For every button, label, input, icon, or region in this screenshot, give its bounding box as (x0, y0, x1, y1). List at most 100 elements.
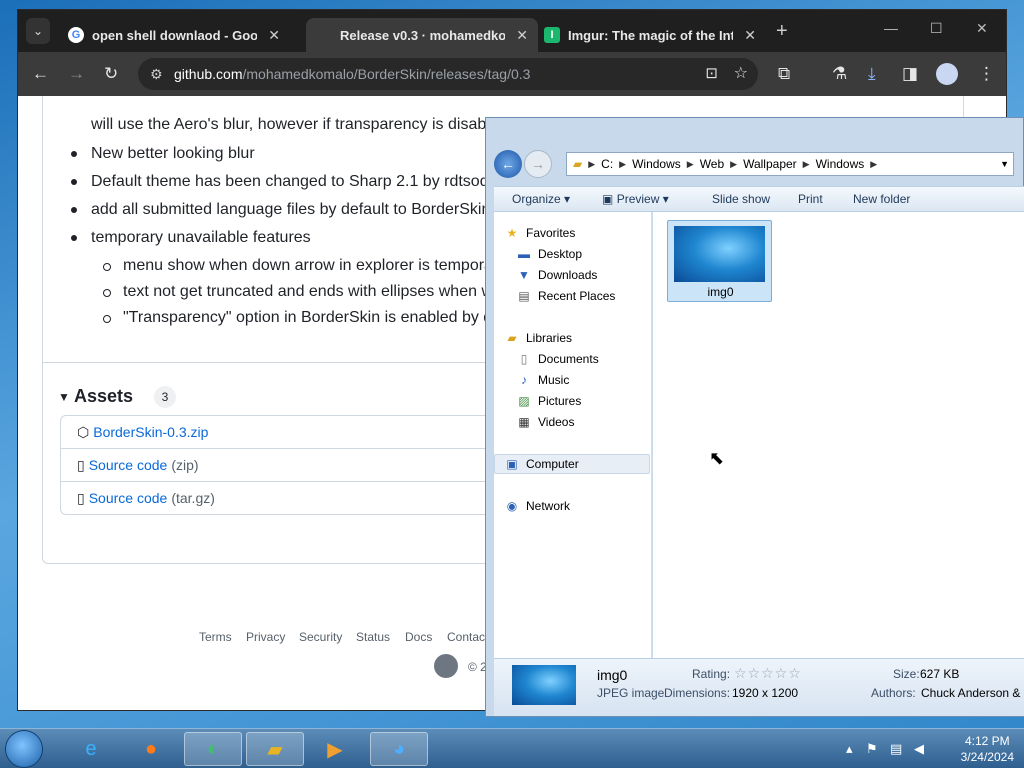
bookmark-star-icon[interactable]: ☆ (734, 63, 748, 83)
footer-link-terms[interactable]: Terms (199, 630, 232, 644)
nav-label: Music (538, 373, 570, 387)
collapse-caret-icon[interactable]: ▼ (58, 390, 70, 404)
start-button[interactable] (6, 731, 42, 767)
nav-label: Network (526, 499, 571, 513)
crumb-separator: ▶ (619, 158, 627, 169)
close-window-button[interactable]: ✕ (976, 20, 988, 37)
volume-muted-icon[interactable]: ◀ (914, 741, 924, 757)
slide-show-button[interactable]: Slide show (712, 192, 770, 206)
nav-label: Favorites (526, 226, 576, 240)
paint-app-icon[interactable]: ◕ (370, 732, 428, 766)
dimensions-label: Dimensions: (664, 686, 731, 700)
github-logo-icon (434, 654, 458, 678)
reload-button[interactable]: ↻ (104, 64, 118, 84)
maximize-button[interactable]: ☐ (930, 20, 943, 37)
back-arrow-icon[interactable]: ← (494, 150, 522, 178)
file-tile[interactable]: img0 (667, 220, 772, 302)
mouse-cursor-icon: ⬉ (709, 448, 725, 468)
dimensions-value: 1920 x 1200 (732, 686, 799, 700)
preview-button[interactable]: ▣ Preview ▾ (602, 192, 669, 206)
back-button[interactable]: ← (32, 64, 49, 84)
close-tab-icon[interactable]: ✕ (268, 27, 280, 44)
footer-link-status[interactable]: Status (356, 630, 390, 644)
internet-explorer-icon[interactable]: e (62, 732, 120, 766)
nav-music[interactable]: ♪ Music (516, 373, 569, 387)
downloads-icon[interactable]: ⤓ (868, 64, 876, 84)
size-label: Size: (893, 667, 920, 681)
asset-link[interactable]: BorderSkin-0.3.zip (93, 424, 208, 440)
action-center-flag-icon[interactable]: ⚑ (866, 741, 878, 757)
nav-favorites[interactable]: ★ Favorites (504, 226, 576, 240)
nav-pictures[interactable]: ▨ Pictures (516, 394, 581, 408)
rating-stars[interactable]: ☆☆☆☆☆ (734, 665, 802, 682)
site-info-icon[interactable]: ⚙ (150, 66, 163, 83)
assets-heading[interactable]: Assets (74, 386, 133, 407)
explorer-taskbar-icon[interactable]: ▰ (246, 732, 304, 766)
authors-label: Authors: (871, 686, 916, 700)
nav-computer[interactable]: ▣ Computer (504, 457, 578, 471)
install-app-icon[interactable]: ⊡ (705, 64, 718, 82)
image-thumbnail (674, 226, 765, 282)
details-name: img0 (597, 667, 628, 683)
recent-places-icon: ▤ (518, 289, 530, 303)
breadcrumb-item[interactable]: Windows (626, 157, 687, 171)
tab-google[interactable]: G open shell downlaod - Google ✕ (58, 18, 290, 52)
breadcrumb-item[interactable]: C: (595, 157, 619, 171)
tab-search-button[interactable]: ⌄ (26, 18, 50, 44)
system-clock[interactable]: 4:12 PM 3/24/2024 (961, 733, 1014, 765)
forward-arrow-icon[interactable]: → (524, 150, 552, 178)
new-tab-button[interactable]: + (776, 20, 788, 43)
extensions-icon[interactable]: ⧉ (778, 64, 790, 84)
asset-link[interactable]: Source code (89, 490, 168, 506)
url-path: /mohamedkomalo/BorderSkin/releases/tag/0… (242, 66, 531, 82)
network-tray-icon[interactable]: ▤ (890, 741, 902, 757)
breadcrumb-item[interactable]: Web (694, 157, 730, 171)
media-player-icon[interactable]: ▶ (306, 732, 364, 766)
navigation-pane: ★ Favorites ▬ Desktop ▼ Downloads ▤ Recent P… (494, 212, 652, 658)
forward-button[interactable]: → (68, 64, 85, 84)
file-list: img0 (653, 212, 1024, 658)
computer-icon: ▣ (506, 457, 518, 471)
new-folder-button[interactable]: New folder (853, 192, 910, 206)
footer-link-privacy[interactable]: Privacy (246, 630, 285, 644)
nav-network[interactable]: ◉ Network (504, 499, 570, 513)
asset-link[interactable]: Source code (89, 457, 168, 473)
crumb-separator: ▶ (802, 158, 810, 169)
firefox-icon[interactable]: ● (122, 732, 180, 766)
github-icon (316, 27, 332, 43)
imgur-icon: I (544, 27, 560, 43)
zip-file-icon: ▯ (77, 489, 85, 506)
nav-downloads[interactable]: ▼ Downloads (516, 268, 597, 282)
show-hidden-icons[interactable]: ▴ (846, 741, 853, 757)
minimize-button[interactable]: — (884, 20, 898, 36)
profile-avatar-icon[interactable] (936, 63, 958, 85)
cmd-label: Organize (512, 192, 561, 206)
breadcrumb-item[interactable]: Windows (810, 157, 871, 171)
breadcrumb-item[interactable]: Wallpaper (737, 157, 803, 171)
menu-kebab-icon[interactable]: ⋮ (978, 64, 995, 84)
sub-bullet-item: text not get truncated and ends with ell… (103, 283, 493, 300)
bing-browser-icon[interactable]: ◐ (184, 732, 242, 766)
address-dropdown-icon[interactable]: ▼ (1000, 159, 1009, 169)
labs-icon[interactable]: ⚗ (832, 64, 847, 84)
footer-link-security[interactable]: Security (299, 630, 342, 644)
footer-link-contact[interactable]: Contact (447, 630, 488, 644)
tab-imgur[interactable]: I Imgur: The magic of the Internet ✕ (534, 18, 766, 52)
footer-link-docs[interactable]: Docs (405, 630, 432, 644)
preview-icon: ▣ (602, 192, 614, 206)
crumb-separator: ▶ (588, 158, 596, 169)
tab-release[interactable]: Release v0.3 · mohamedkomalo ✕ (306, 18, 538, 52)
bullet-item: temporary unavailable features (71, 229, 311, 246)
print-button[interactable]: Print (798, 192, 823, 206)
explorer-address-bar[interactable]: ▰ ▶ C: ▶ Windows ▶ Web ▶ Wallpaper ▶ Win… (566, 152, 1014, 176)
nav-documents[interactable]: ▯ Documents (516, 352, 599, 366)
nav-recent-places[interactable]: ▤ Recent Places (516, 289, 615, 303)
nav-desktop[interactable]: ▬ Desktop (516, 247, 582, 261)
close-tab-icon[interactable]: ✕ (516, 27, 528, 44)
close-tab-icon[interactable]: ✕ (744, 27, 756, 44)
nav-videos[interactable]: ▦ Videos (516, 415, 574, 429)
side-panel-icon[interactable]: ◨ (902, 64, 918, 84)
organize-button[interactable]: Organize ▾ (512, 192, 570, 206)
nav-libraries[interactable]: ▰ Libraries (504, 331, 572, 345)
address-bar[interactable]: ⚙ github.com/mohamedkomalo/BorderSkin/re… (138, 58, 758, 90)
